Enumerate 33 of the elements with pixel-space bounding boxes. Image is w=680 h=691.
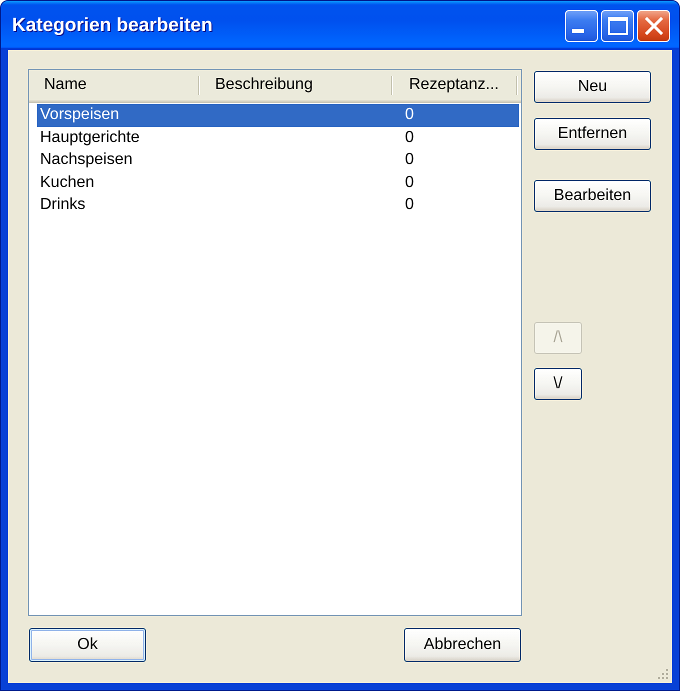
count-cell: 0 [405, 106, 414, 124]
count-cell: 0 [405, 151, 414, 170]
column-header[interactable]: Name [29, 70, 199, 103]
remove-button[interactable]: Entfernen [534, 118, 651, 150]
close-button[interactable] [637, 10, 670, 42]
list-view[interactable]: Name Beschreibung Rezeptanz... Vorspeisen 0 Hauptgerichte 0 Nachspeisen 0 Kuchen 0 Drinks 0 [28, 69, 522, 616]
minimize-button[interactable] [565, 10, 598, 42]
list-item[interactable]: Vorspeisen 0 [37, 104, 519, 126]
list-item[interactable]: Kuchen 0 [37, 172, 519, 194]
resize-grip-icon[interactable] [657, 668, 669, 680]
name-cell-text: Drinks [39, 196, 86, 214]
name-cell-text: Vorspeisen [39, 106, 120, 124]
list-item[interactable]: Nachspeisen 0 [37, 149, 519, 172]
move-down-button[interactable]: \/ [534, 368, 582, 400]
new-button[interactable]: Neu [534, 71, 651, 103]
name-cell-text: Nachspeisen [39, 151, 132, 170]
list-item[interactable]: Drinks 0 [37, 194, 519, 216]
name-cell-text: Kuchen [39, 174, 94, 192]
column-header[interactable]: Beschreibung [199, 70, 392, 103]
count-cell: 0 [405, 128, 414, 147]
list-item[interactable]: Hauptgerichte 0 [37, 126, 519, 149]
count-cell: 0 [405, 196, 414, 214]
maximize-button[interactable] [601, 10, 634, 42]
count-cell: 0 [405, 174, 414, 192]
minimize-icon [572, 28, 584, 32]
maximize-icon [608, 16, 628, 34]
ok-button[interactable]: Ok [29, 628, 146, 662]
window-title: Kategorien bearbeiten [12, 14, 214, 36]
name-cell-text: Hauptgerichte [39, 128, 140, 147]
close-icon [644, 16, 662, 34]
edit-button[interactable]: Bearbeiten [534, 180, 651, 212]
cancel-button[interactable]: Abbrechen [404, 628, 521, 662]
column-header[interactable]: Rezeptanz... [392, 70, 517, 103]
